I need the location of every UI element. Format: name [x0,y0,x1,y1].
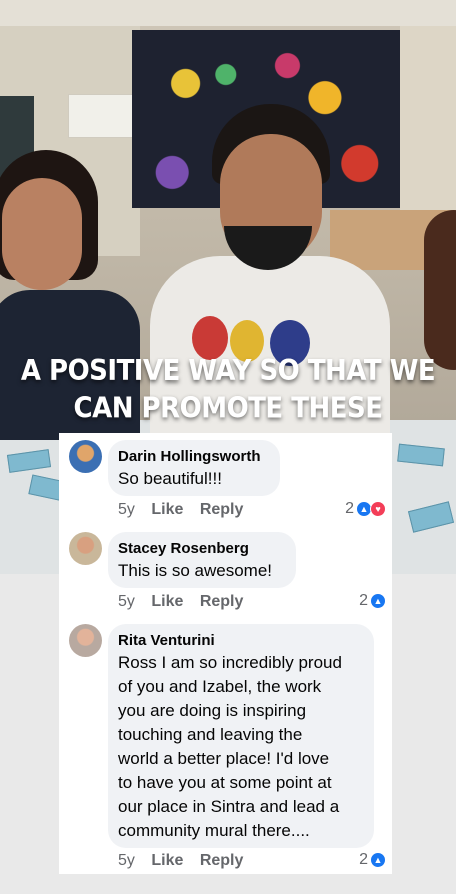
video-caption: A POSITIVE WAY SO THAT WE CAN PROMOTE TH… [0,353,456,428]
child-left-face [2,178,82,290]
comment-bubble: Darin Hollingsworth So beautiful!!! [108,440,280,496]
classroom-wall-right [400,26,456,226]
comment-text-line: of you and Izabel, the work [118,677,322,696]
reply-button[interactable]: Reply [200,852,244,869]
comment-text: So beautiful!!! [118,469,222,488]
like-button[interactable]: Like [151,501,183,518]
avatar[interactable] [69,624,102,657]
comment-actions: 5y Like Reply [118,851,255,871]
comment-author[interactable]: Stacey Rosenberg [118,539,284,559]
comment-bubble: Rita Venturini Ross I am so incredibly p… [108,624,374,848]
comment-text-line: you are doing is inspiring [118,701,307,720]
comment-actions: 5y Like Reply [118,592,255,612]
reaction-count: 2 [359,592,368,609]
comment-text-line: community mural there.... [118,821,310,840]
reply-button[interactable]: Reply [200,501,244,518]
comment-actions: 5y Like Reply [118,500,255,520]
child-right-hair [424,210,456,370]
wall-poster [68,94,134,138]
ceiling [0,0,456,26]
reaction-summary[interactable]: 2 ▲ [359,851,386,869]
comment-text-line: world a better place! I'd love [118,749,330,768]
reaction-count: 2 [345,500,354,517]
like-icon: ▲ [370,593,386,609]
like-button[interactable]: Like [151,852,183,869]
avatar[interactable] [69,532,102,565]
comment-age[interactable]: 5y [118,593,135,610]
comment-text: This is so awesome! [118,561,272,580]
caption-line-2: CAN PROMOTE THESE [73,392,383,426]
reaction-summary[interactable]: 2 ▲ [359,592,386,610]
comment-text-line: our place in Sintra and lead a [118,797,340,816]
comment-text-line: Ross I am so incredibly proud [118,653,342,672]
like-button[interactable]: Like [151,593,183,610]
comment-age[interactable]: 5y [118,501,135,518]
reaction-count: 2 [359,851,368,868]
caption-line-1: A POSITIVE WAY SO THAT WE [20,354,436,388]
comment-bubble: Stacey Rosenberg This is so awesome! [108,532,296,588]
comment-text-line: touching and leaving the [118,725,303,744]
comment-text-line: to have you at some point at [118,773,332,792]
like-icon: ▲ [370,852,386,868]
reaction-summary[interactable]: 2 ▲ ♥ [345,500,386,518]
comment-author[interactable]: Rita Venturini [118,631,362,651]
love-icon: ♥ [370,501,386,517]
comments-panel: Darin Hollingsworth So beautiful!!! 5y L… [59,433,392,874]
comment-author[interactable]: Darin Hollingsworth [118,447,268,467]
avatar[interactable] [69,440,102,473]
comment-age[interactable]: 5y [118,852,135,869]
reply-button[interactable]: Reply [200,593,244,610]
